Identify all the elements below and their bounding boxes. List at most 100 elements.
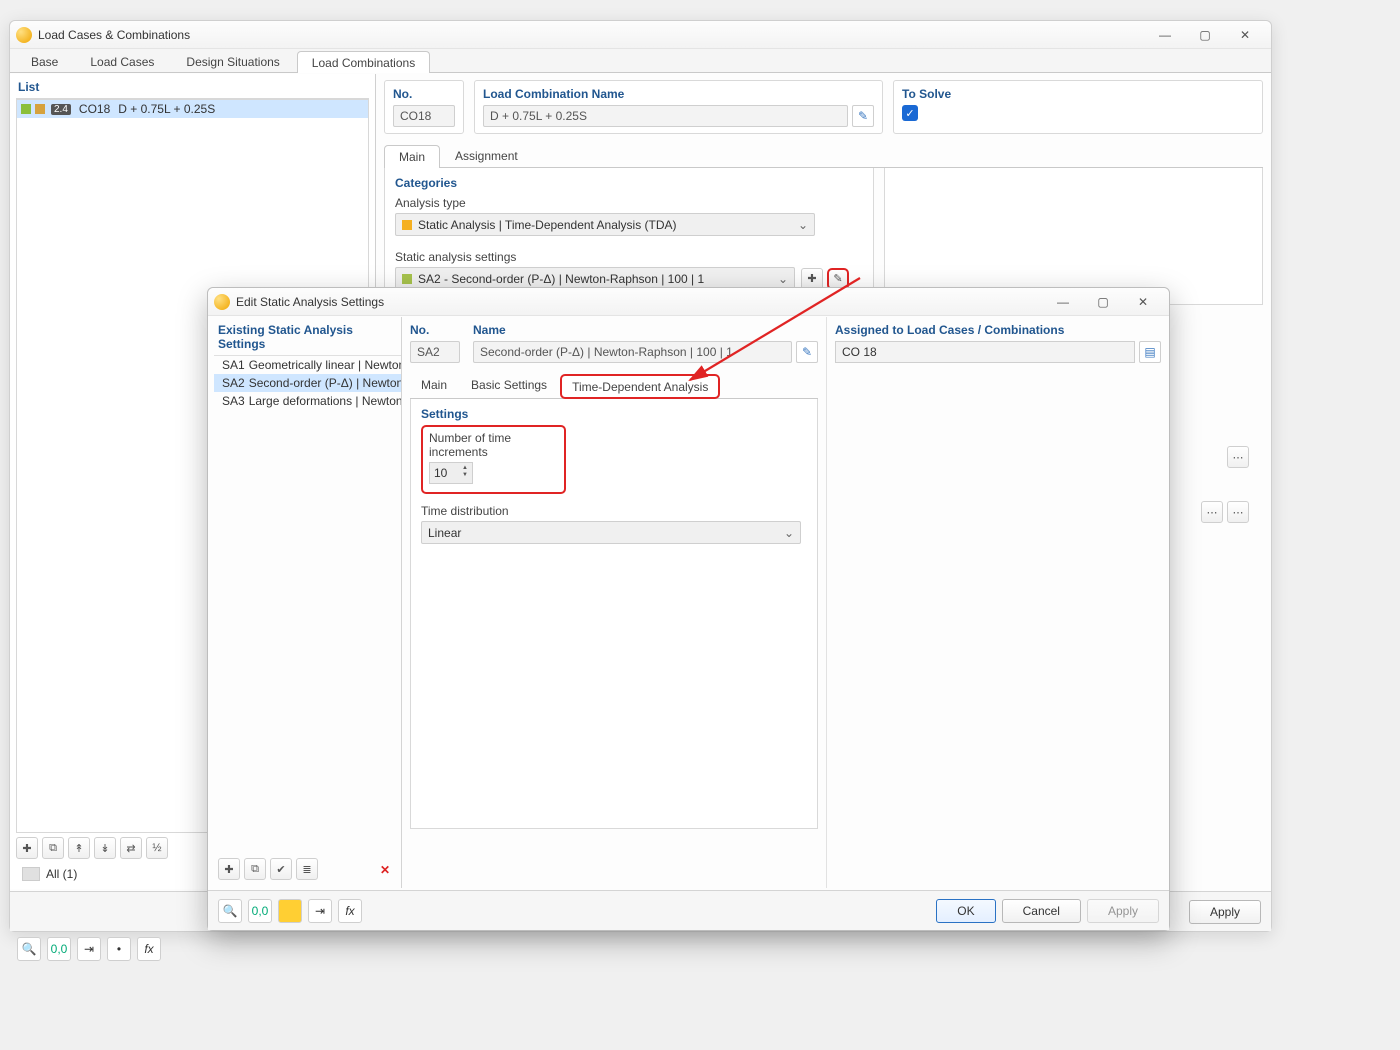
list-icon[interactable]: ≣	[296, 858, 318, 880]
analysis-type-combo[interactable]: Static Analysis | Time-Dependent Analysi…	[395, 213, 815, 236]
copy-icon[interactable]: ⧉	[244, 858, 266, 880]
subtab-time-dependent-analysis[interactable]: Time-Dependent Analysis	[560, 374, 720, 399]
swap-icon[interactable]: ⇄	[120, 837, 142, 859]
titlebar[interactable]: Load Cases & Combinations — ▢ ✕	[10, 21, 1271, 49]
tab-design-situations[interactable]: Design Situations	[171, 50, 294, 72]
list-item[interactable]: SA1 Geometrically linear | Newton-	[214, 356, 401, 374]
cancel-button[interactable]: Cancel	[1002, 899, 1081, 923]
stray-icon[interactable]: ⋯	[1201, 501, 1223, 523]
solve-label: To Solve	[902, 87, 1254, 101]
solve-checkbox[interactable]: ✓	[902, 105, 918, 121]
combo-swatch-icon	[402, 220, 412, 230]
close-button[interactable]: ✕	[1225, 24, 1265, 46]
dialog-title: Edit Static Analysis Settings	[236, 295, 384, 309]
dialog-right: Assigned to Load Cases / Combinations CO…	[827, 317, 1169, 888]
distribution-label: Time distribution	[421, 504, 807, 518]
chevron-down-icon: ⌄	[778, 272, 788, 286]
delete-button[interactable]: ✕	[373, 858, 397, 882]
assigned-list-icon[interactable]: ▤	[1139, 341, 1161, 363]
combination-id: CO18	[79, 102, 110, 116]
spinner-arrows-icon[interactable]: ▲▼	[460, 465, 470, 479]
primary-tabs: Base Load Cases Design Situations Load C…	[10, 49, 1271, 73]
tree-icon[interactable]: ⇥	[308, 899, 332, 923]
check-icon[interactable]: ✔	[270, 858, 292, 880]
edit-sas-dialog: Edit Static Analysis Settings — ▢ ✕ Exis…	[207, 287, 1170, 931]
no-field[interactable]: SA2	[410, 341, 460, 363]
minimize-button[interactable]: —	[1043, 291, 1083, 313]
tree-icon[interactable]: ⇥	[77, 937, 101, 961]
combination-name: D + 0.75L + 0.25S	[118, 102, 215, 116]
dot-icon[interactable]: •	[107, 937, 131, 961]
list-header: List	[16, 78, 369, 99]
dialog-left: No. SA2 Name Second-order (P-Δ) | Newton…	[402, 317, 827, 888]
distribution-combo[interactable]: Linear ⌄	[421, 521, 801, 544]
color-icon[interactable]	[278, 899, 302, 923]
no-label: No.	[410, 323, 465, 337]
no-field[interactable]: CO18	[393, 105, 455, 127]
help-icon[interactable]: 🔍	[218, 899, 242, 923]
new-icon[interactable]: ✚	[218, 858, 240, 880]
sas-list[interactable]: SA1 Geometrically linear | Newton- SA2 S…	[214, 355, 401, 854]
list-item[interactable]: SA2 Second-order (P-Δ) | Newton-R	[214, 374, 401, 392]
tab-base[interactable]: Base	[16, 50, 73, 72]
item-id: SA1	[222, 358, 245, 372]
fx-icon[interactable]: fx	[338, 899, 362, 923]
sort-icon[interactable]: ½	[146, 837, 168, 859]
down-icon[interactable]: ↡	[94, 837, 116, 859]
apply-button[interactable]: Apply	[1189, 900, 1261, 924]
detail-subtabs: Main Assignment	[384, 144, 1263, 168]
no-card: No. CO18	[384, 80, 464, 134]
units-icon[interactable]: 0,0	[47, 937, 71, 961]
combo-swatch-icon	[402, 274, 412, 284]
apply-button[interactable]: Apply	[1087, 899, 1159, 923]
increments-label: Number of time increments	[429, 431, 558, 459]
edit-name-icon[interactable]: ✎	[796, 341, 818, 363]
copy-icon[interactable]: ⧉	[42, 837, 64, 859]
new-icon[interactable]: ✚	[16, 837, 38, 859]
filter-label: All (1)	[46, 867, 77, 881]
units-icon[interactable]: 0,0	[248, 899, 272, 923]
ok-button[interactable]: OK	[936, 899, 995, 923]
subtab-basic-settings[interactable]: Basic Settings	[460, 373, 558, 398]
chevron-down-icon: ⌄	[798, 218, 808, 232]
dialog-footer: 🔍 0,0 ⇥ fx OK Cancel Apply	[208, 890, 1169, 930]
assigned-field[interactable]: CO 18	[835, 341, 1135, 363]
tab-load-cases[interactable]: Load Cases	[75, 50, 169, 72]
stray-icon[interactable]: ⋯	[1227, 501, 1249, 523]
fx-icon[interactable]: fx	[137, 937, 161, 961]
analysis-type-value: Static Analysis | Time-Dependent Analysi…	[418, 218, 677, 232]
app-icon	[214, 294, 230, 310]
list-item[interactable]: SA3 Large deformations | Newton-	[214, 392, 401, 410]
item-id: SA2	[222, 376, 245, 390]
up-icon[interactable]: ↟	[68, 837, 90, 859]
sas-value: SA2 - Second-order (P-Δ) | Newton-Raphso…	[418, 272, 704, 286]
sas-label: Static analysis settings	[395, 250, 863, 264]
name-field[interactable]: D + 0.75L + 0.25S	[483, 105, 848, 127]
analysis-type-label: Analysis type	[395, 196, 863, 210]
no-label: No.	[393, 87, 455, 101]
tab-load-combinations[interactable]: Load Combinations	[297, 51, 430, 73]
categories-side-area	[884, 168, 1263, 305]
distribution-value: Linear	[428, 526, 461, 540]
item-name: Second-order (P-Δ) | Newton-R	[249, 376, 401, 390]
search-icon[interactable]: 🔍	[17, 937, 41, 961]
maximize-button[interactable]: ▢	[1185, 24, 1225, 46]
name-field[interactable]: Second-order (P-Δ) | Newton-Raphson | 10…	[473, 341, 792, 363]
name-label: Name	[473, 323, 818, 337]
subtab-main[interactable]: Main	[410, 373, 458, 398]
maximize-button[interactable]: ▢	[1083, 291, 1123, 313]
subtab-assignment[interactable]: Assignment	[440, 144, 533, 167]
increments-spinner[interactable]: 10 ▲▼	[429, 462, 473, 484]
dialog-titlebar[interactable]: Edit Static Analysis Settings — ▢ ✕	[208, 288, 1169, 316]
close-button[interactable]: ✕	[1123, 291, 1163, 313]
edit-name-icon[interactable]: ✎	[852, 105, 874, 127]
global-toolbar: 🔍 0,0 ⇥ • fx	[9, 934, 1272, 964]
stray-icon[interactable]: ⋯	[1227, 446, 1249, 468]
item-id: SA3	[222, 394, 245, 408]
subtab-main[interactable]: Main	[384, 145, 440, 168]
name-label: Load Combination Name	[483, 87, 874, 101]
list-item[interactable]: 2.4 CO18 D + 0.75L + 0.25S	[17, 100, 368, 118]
dialog-subtabs: Main Basic Settings Time-Dependent Analy…	[410, 373, 818, 399]
item-name: Large deformations | Newton-	[249, 394, 401, 408]
minimize-button[interactable]: —	[1145, 24, 1185, 46]
